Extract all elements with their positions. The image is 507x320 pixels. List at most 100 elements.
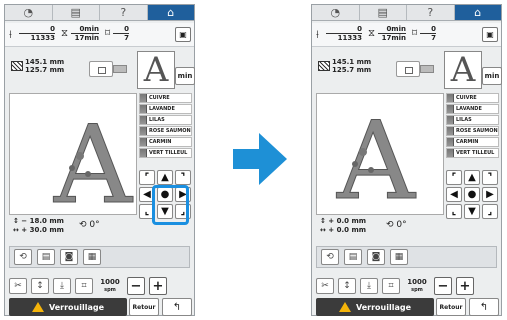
lock-button[interactable]: Verrouillage [9, 298, 127, 316]
thread-color-item[interactable]: LAVANDE [446, 104, 499, 114]
thread-color-item[interactable]: CARMIN [446, 137, 499, 147]
min-button[interactable]: min [175, 67, 195, 85]
thread-color-item[interactable]: LILAS [446, 115, 499, 125]
needle-icon: ⟊ [9, 28, 12, 41]
return-icon[interactable]: ↰ [162, 298, 192, 316]
pattern-size: 145.1 mm 125.7 mm [25, 58, 65, 74]
move-down-button[interactable]: ▼ [464, 204, 480, 219]
tension-icon[interactable]: ↕ [31, 278, 49, 294]
speed-minus-button[interactable]: − [127, 277, 145, 295]
pattern-thumbnail: A [444, 51, 482, 89]
warning-icon [338, 302, 351, 312]
thread-color-item[interactable]: ROSE SAUMON [139, 126, 192, 136]
sewing-tools-row: ✂ ↕ ⤓ ⌗ 1000 spm − + [9, 275, 190, 297]
speed-readout: 1000 spm [407, 278, 427, 293]
thread-color-item[interactable]: CUIVRE [139, 93, 192, 103]
help-icon[interactable]: ? [100, 5, 148, 20]
hourglass-icon: ⧖ [368, 28, 376, 39]
time-counter: 0min 17min [378, 25, 406, 43]
layout-icon[interactable]: ▦ [390, 249, 408, 265]
move-up-button[interactable]: ▲ [157, 170, 173, 185]
hoop-icon[interactable]: ▤ [37, 249, 55, 265]
min-button[interactable]: min [482, 67, 502, 85]
frame-icon[interactable]: ▣ [482, 27, 498, 42]
embroidery-canvas: A [9, 93, 137, 229]
needle-icon: ⟊ [316, 28, 319, 41]
spool-icon: ⌑ [412, 28, 418, 39]
layout-icon[interactable]: ▦ [83, 249, 101, 265]
move-up-left-button[interactable]: ⌜ [446, 170, 462, 185]
size-icon [318, 61, 330, 71]
return-icon[interactable]: ↰ [469, 298, 499, 316]
rotation-readout: ⟲ 0° [79, 220, 100, 230]
move-down-left-button[interactable]: ⌞ [446, 204, 462, 219]
move-down-right-button[interactable]: ⌟ [482, 204, 498, 219]
trial-icon[interactable]: ⤓ [360, 278, 378, 294]
color-counter: 07 [113, 25, 129, 43]
thread-color-item[interactable]: CARMIN [139, 137, 192, 147]
frame-move-icon[interactable]: ⌗ [382, 278, 400, 294]
clock-icon[interactable]: ◔ [312, 5, 360, 20]
retour-button[interactable]: Retour [129, 298, 159, 316]
move-up-right-button[interactable]: ⌝ [175, 170, 191, 185]
counter-bar: ⟊ 0 11333 ⧖ 0min 17min ⌑ 07 ▣ [312, 23, 501, 47]
thread-color-list: CUIVRE LAVANDE LILAS ROSE SAUMON CARMIN … [139, 93, 192, 159]
speed-plus-button[interactable]: + [149, 277, 167, 295]
thread-color-item[interactable]: LAVANDE [139, 104, 192, 114]
color-counter: 07 [420, 25, 436, 43]
top-tab-bar: ◔ ▤ ? ⌂ [5, 5, 194, 21]
thread-cut-icon[interactable]: ✂ [9, 278, 27, 294]
trial-icon[interactable]: ⤓ [53, 278, 71, 294]
frame-bar-icon [113, 65, 127, 73]
arrow-right-icon [233, 133, 287, 185]
home-icon[interactable]: ⌂ [454, 5, 501, 20]
letter-a-pattern: A [336, 99, 418, 225]
move-arrow-pad: ⌜ ▲ ⌝ ◀ ● ▶ ⌞ ▼ ⌟ [446, 170, 498, 219]
pattern-size: 145.1 mm 125.7 mm [332, 58, 372, 74]
clock-icon[interactable]: ◔ [5, 5, 53, 20]
document-icon[interactable]: ▤ [360, 5, 407, 20]
edit-tools-row: ⟲ ▤ ◙ ▦ [9, 246, 190, 268]
rotate-icon[interactable]: ⟲ [14, 249, 32, 265]
letter-a-pattern: A [53, 103, 135, 229]
panel-after: ◔ ▤ ? ⌂ ⟊ 0 11333 ⧖ 0min 17min ⌑ 07 ▣ 145.… [311, 4, 502, 316]
svg-text:A: A [53, 103, 134, 214]
speed-plus-button[interactable]: + [456, 277, 474, 295]
sewing-tools-row: ✂ ↕ ⤓ ⌗ 1000 spm − + [316, 275, 497, 297]
pattern-thumbnail: A [137, 51, 175, 89]
camera-icon[interactable]: ◙ [367, 249, 385, 265]
thread-color-item[interactable]: VERT TILLEUL [139, 148, 192, 158]
time-counter: 0min 17min [71, 25, 99, 43]
move-up-button[interactable]: ▲ [464, 170, 480, 185]
stitch-counter: 0 11333 [19, 25, 55, 43]
frame-icon[interactable]: ▣ [175, 27, 191, 42]
move-up-left-button[interactable]: ⌜ [139, 170, 155, 185]
rotation-readout: ⟲ 0° [386, 220, 407, 230]
frame-move-icon[interactable]: ⌗ [75, 278, 93, 294]
center-button[interactable]: ● [464, 187, 480, 202]
retour-button[interactable]: Retour [436, 298, 466, 316]
thread-cut-icon[interactable]: ✂ [316, 278, 334, 294]
thread-color-item[interactable]: LILAS [139, 115, 192, 125]
hoop-icon[interactable]: ▤ [344, 249, 362, 265]
rotate-icon[interactable]: ⟲ [321, 249, 339, 265]
move-left-button[interactable]: ◀ [446, 187, 462, 202]
camera-icon[interactable]: ◙ [60, 249, 78, 265]
stitch-counter: 0 11333 [326, 25, 362, 43]
counter-bar: ⟊ 0 11333 ⧖ 0min 17min ⌑ 07 ▣ [5, 23, 194, 47]
thread-color-item[interactable]: VERT TILLEUL [446, 148, 499, 158]
move-up-right-button[interactable]: ⌝ [482, 170, 498, 185]
home-icon[interactable]: ⌂ [147, 5, 194, 20]
move-right-button[interactable]: ▶ [482, 187, 498, 202]
lock-button[interactable]: Verrouillage [316, 298, 434, 316]
tension-icon[interactable]: ↕ [338, 278, 356, 294]
embroidery-canvas: A [316, 93, 444, 225]
help-icon[interactable]: ? [407, 5, 455, 20]
speed-readout: 1000 spm [100, 278, 120, 293]
speed-minus-button[interactable]: − [434, 277, 452, 295]
document-icon[interactable]: ▤ [53, 5, 100, 20]
edit-tools-row: ⟲ ▤ ◙ ▦ [316, 246, 497, 268]
thread-color-item[interactable]: ROSE SAUMON [446, 126, 499, 136]
position-readout: ↕ − 18.0 mm ↔ + 30.0 mm [13, 217, 64, 234]
thread-color-item[interactable]: CUIVRE [446, 93, 499, 103]
